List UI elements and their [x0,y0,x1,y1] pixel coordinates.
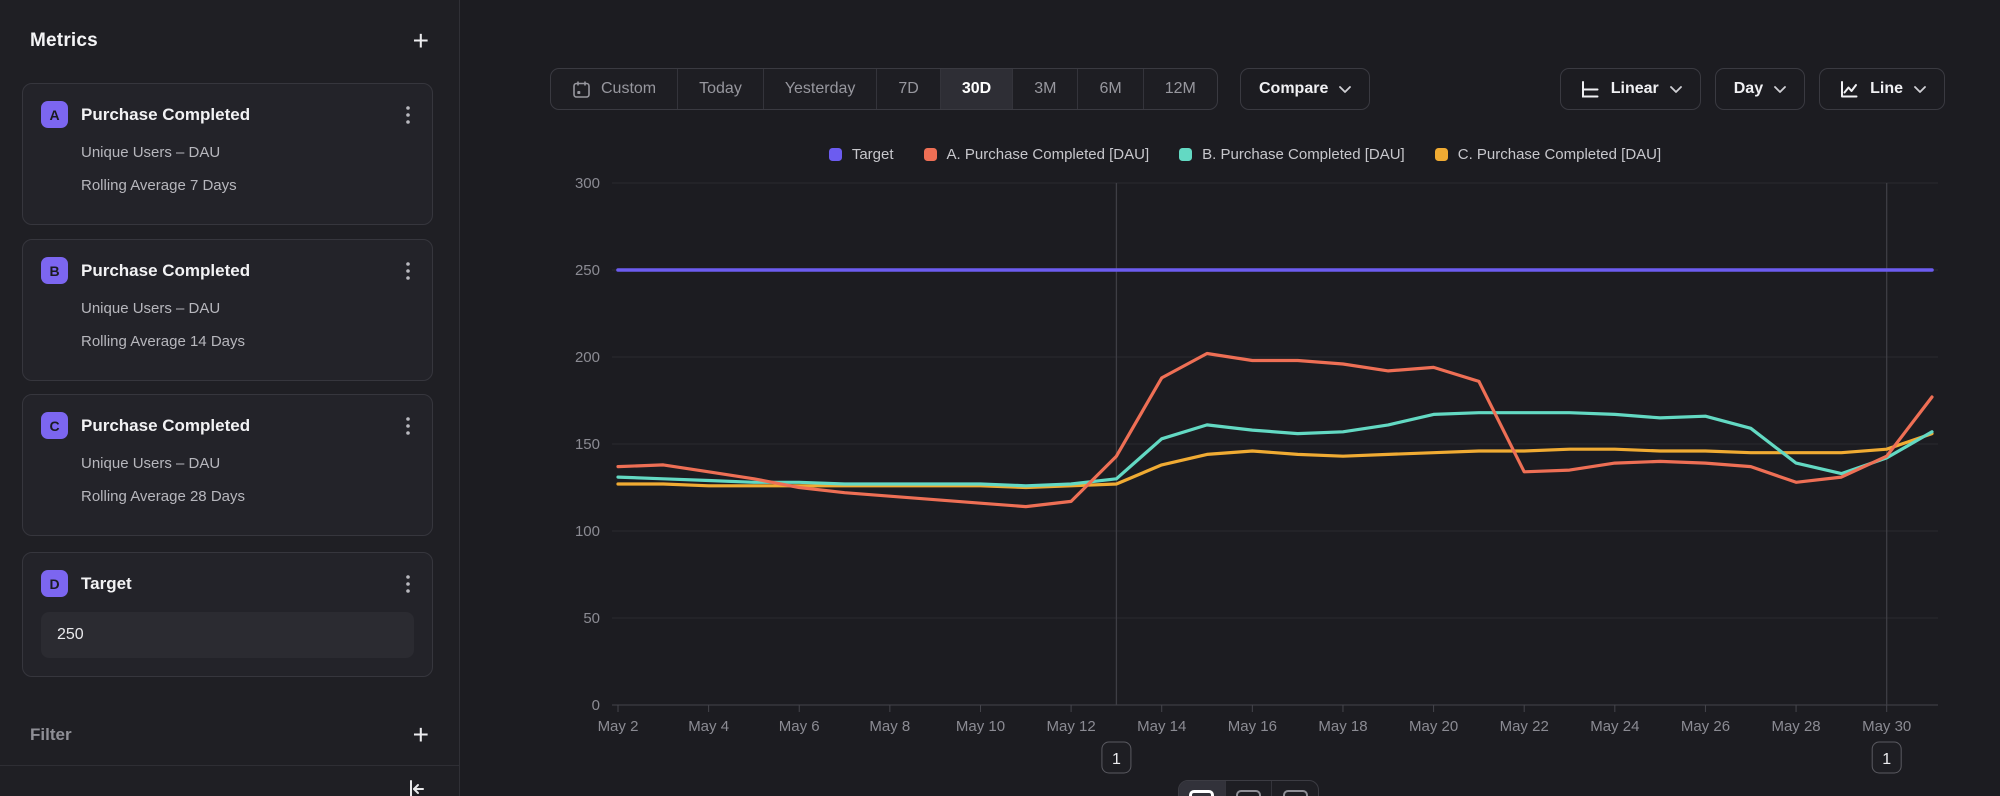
view-option-table-view[interactable] [1226,781,1273,796]
annotation-badge[interactable]: 1 [1102,742,1131,773]
x-axis-label: May 22 [1500,718,1549,735]
y-axis-label: 300 [575,175,600,192]
metrics-line-chart[interactable]: 0 50 100 150 200 250 300 May 2 May 4 May 6 May 8 Ma… [0,0,2000,796]
app-window: Metrics + A Purchase Completed Unique Us… [0,0,2000,796]
x-axis-label: May 24 [1590,718,1639,735]
x-axis-label: May 12 [1047,718,1096,735]
y-axis-label: 150 [575,436,600,453]
x-axis-label: May 2 [598,718,639,735]
x-axis-label: May 16 [1228,718,1277,735]
x-axis-label: May 20 [1409,718,1458,735]
y-axis-label: 200 [575,349,600,366]
x-axis-label: May 6 [779,718,820,735]
table-view-icon [1236,790,1261,796]
view-option-metric-view[interactable] [1272,781,1318,796]
y-axis-label: 250 [575,262,600,279]
view-option-chart-view[interactable] [1179,781,1226,796]
y-axis-label: 50 [583,610,600,627]
x-axis-label: May 8 [869,718,910,735]
x-axis-label: May 30 [1862,718,1911,735]
x-axis-label: May 4 [688,718,729,735]
x-axis-label: May 18 [1318,718,1367,735]
y-axis-label: 100 [575,523,600,540]
chart-view-icon [1189,790,1214,796]
series-line-b [618,413,1932,486]
x-axis-label: May 10 [956,718,1005,735]
metric-view-icon [1283,790,1308,796]
view-toggle [1178,780,1319,796]
x-axis-label: May 14 [1137,718,1186,735]
y-axis-label: 0 [592,697,600,714]
annotation-badge[interactable]: 1 [1872,742,1901,773]
annotation-count: 1 [1112,751,1121,768]
x-axis-label: May 28 [1771,718,1820,735]
x-axis-label: May 26 [1681,718,1730,735]
annotation-count: 1 [1882,751,1891,768]
series-line-c [618,434,1932,488]
